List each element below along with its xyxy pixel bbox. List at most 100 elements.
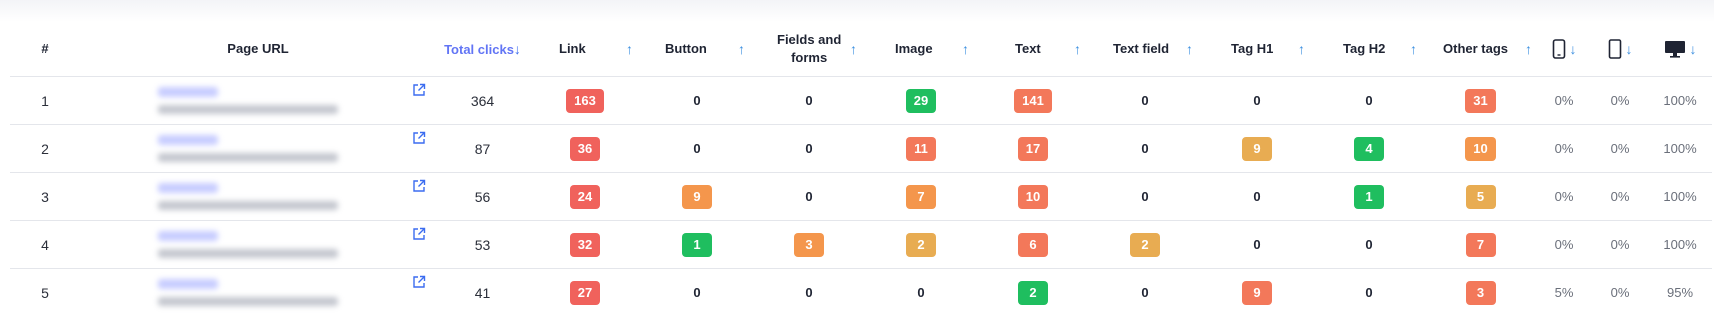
table-row: 5 41 27 0 0 0 2 0 9 0 3 5% 0% 95% — [10, 268, 1712, 316]
col-tablet[interactable]: ↓ — [1592, 22, 1648, 77]
table-row: 4 53 32 1 3 2 6 2 0 0 7 0% 0% 100% — [10, 220, 1712, 269]
col-desktop[interactable]: ↓ — [1648, 22, 1712, 77]
desktop-share-cell: 95% — [1648, 268, 1712, 316]
text_field-count-badge: 2 — [1130, 232, 1160, 257]
link-count-badge: 163 — [566, 88, 604, 113]
table-header-row: # Page URL Total clicks↓ Link ↑ Button ↑ F… — [10, 22, 1712, 77]
image-cell: 0 — [865, 268, 977, 316]
h1-cell: 0 — [1201, 172, 1313, 221]
text-field-label: Text field — [1113, 41, 1170, 57]
other-cell: 5 — [1425, 172, 1536, 221]
col-image[interactable]: Image ↑ — [865, 22, 977, 77]
col-page-url: Page URL — [227, 41, 289, 57]
col-link[interactable]: Link ↑ — [529, 22, 641, 77]
sort-asc-icon[interactable]: ↑ — [1186, 40, 1193, 59]
sort-desc-icon[interactable]: ↓ — [1690, 40, 1697, 59]
page-url-blurred — [158, 249, 338, 258]
button-count-badge: 1 — [682, 232, 712, 257]
link-cell: 32 — [529, 220, 641, 269]
col-total-clicks[interactable]: Total clicks↓ — [436, 22, 529, 77]
sort-asc-icon[interactable]: ↑ — [1298, 40, 1305, 59]
total-clicks-cell: 87 — [436, 124, 529, 173]
page-url-cell — [80, 76, 436, 125]
sort-asc-icon[interactable]: ↑ — [962, 40, 969, 59]
other-count-badge: 31 — [1465, 88, 1496, 113]
desktop-share-cell: 100% — [1648, 172, 1712, 221]
text_field-cell: 0 — [1089, 76, 1201, 125]
sort-asc-icon[interactable]: ↑ — [738, 40, 745, 59]
button-label: Button — [665, 41, 707, 57]
sort-asc-icon[interactable]: ↑ — [1410, 40, 1417, 59]
col-text-field[interactable]: Text field ↑ — [1089, 22, 1201, 77]
page-name-blurred[interactable] — [158, 135, 218, 145]
text-cell: 17 — [977, 124, 1089, 173]
smartphone-icon — [1552, 39, 1565, 59]
text_field-cell: 2 — [1089, 220, 1201, 269]
total-clicks-cell: 364 — [436, 76, 529, 125]
h2-count-badge: 4 — [1354, 136, 1384, 161]
external-link-icon[interactable] — [412, 83, 426, 97]
col-index: # — [41, 41, 49, 57]
text_field-cell: 0 — [1089, 172, 1201, 221]
link-label: Link — [559, 41, 586, 57]
h2-cell: 0 — [1313, 220, 1425, 269]
col-fields-and-forms[interactable]: Fields and forms ↑ — [753, 22, 865, 77]
image-count-badge: 11 — [906, 136, 936, 161]
sort-asc-icon[interactable]: ↑ — [626, 40, 633, 59]
button-cell: 0 — [641, 268, 753, 316]
external-link-icon[interactable] — [412, 275, 426, 289]
external-link-icon[interactable] — [412, 131, 426, 145]
mobile-share-cell: 0% — [1536, 76, 1592, 125]
page-name-blurred[interactable] — [158, 183, 218, 193]
page-name-blurred[interactable] — [158, 87, 218, 97]
external-link-icon[interactable] — [412, 227, 426, 241]
h1-count-badge: 9 — [1242, 280, 1272, 305]
page-url-blurred — [158, 105, 338, 114]
col-button[interactable]: Button ↑ — [641, 22, 753, 77]
mobile-share-cell: 0% — [1536, 172, 1592, 221]
sort-asc-icon[interactable]: ↑ — [1525, 40, 1532, 59]
table-body: 1 364 163 0 0 29 141 0 0 0 31 0% 0% 100% 2 87 36 0 0 11 17 0 9… — [10, 76, 1712, 316]
sort-desc-icon[interactable]: ↓ — [1570, 40, 1577, 59]
sort-desc-icon[interactable]: ↓ — [1626, 40, 1633, 59]
desktop-share-cell: 100% — [1648, 76, 1712, 125]
button-cell: 9 — [641, 172, 753, 221]
fields-cell: 0 — [753, 268, 865, 316]
page-name-blurred[interactable] — [158, 231, 218, 241]
row-index: 1 — [10, 76, 80, 125]
other-count-badge: 7 — [1465, 232, 1496, 257]
other-count-badge: 3 — [1465, 280, 1496, 305]
sort-asc-icon[interactable]: ↑ — [1074, 40, 1081, 59]
external-link-icon[interactable] — [412, 179, 426, 193]
text-count-badge: 10 — [1017, 184, 1049, 209]
tablet-icon — [1608, 39, 1621, 59]
col-other-tags[interactable]: Other tags ↑ — [1425, 22, 1536, 77]
page-url-cell — [80, 172, 436, 221]
table-row: 3 56 24 9 0 7 10 0 0 1 5 0% 0% 100% — [10, 172, 1712, 221]
top-shadow-bar — [0, 0, 1714, 22]
h2-cell: 1 — [1313, 172, 1425, 221]
link-cell: 27 — [529, 268, 641, 316]
page-name-blurred[interactable] — [158, 279, 218, 289]
other-count-badge: 5 — [1465, 184, 1496, 209]
col-mobile[interactable]: ↓ — [1536, 22, 1592, 77]
other-tags-label: Other tags — [1443, 41, 1509, 57]
col-tag-h2[interactable]: Tag H2 ↑ — [1313, 22, 1425, 77]
h1-cell: 0 — [1201, 220, 1313, 269]
col-tag-h1[interactable]: Tag H1 ↑ — [1201, 22, 1313, 77]
h1-cell: 9 — [1201, 268, 1313, 316]
page-url-cell — [80, 220, 436, 269]
desktop-share-cell: 100% — [1648, 124, 1712, 173]
total-clicks-cell: 41 — [436, 268, 529, 316]
tablet-share-cell: 0% — [1592, 172, 1648, 221]
image-cell: 11 — [865, 124, 977, 173]
image-count-badge: 7 — [906, 184, 936, 209]
col-text[interactable]: Text ↑ — [977, 22, 1089, 77]
heatmap-pages-table: # Page URL Total clicks↓ Link ↑ Button ↑ F… — [10, 22, 1712, 316]
tag-h1-label: Tag H1 — [1231, 41, 1274, 57]
text-count-badge: 141 — [1014, 88, 1052, 113]
total-clicks-label: Total clicks — [444, 41, 514, 57]
sort-desc-icon[interactable]: ↓ — [514, 40, 521, 59]
image-label: Image — [895, 41, 933, 57]
sort-asc-icon[interactable]: ↑ — [850, 40, 857, 59]
